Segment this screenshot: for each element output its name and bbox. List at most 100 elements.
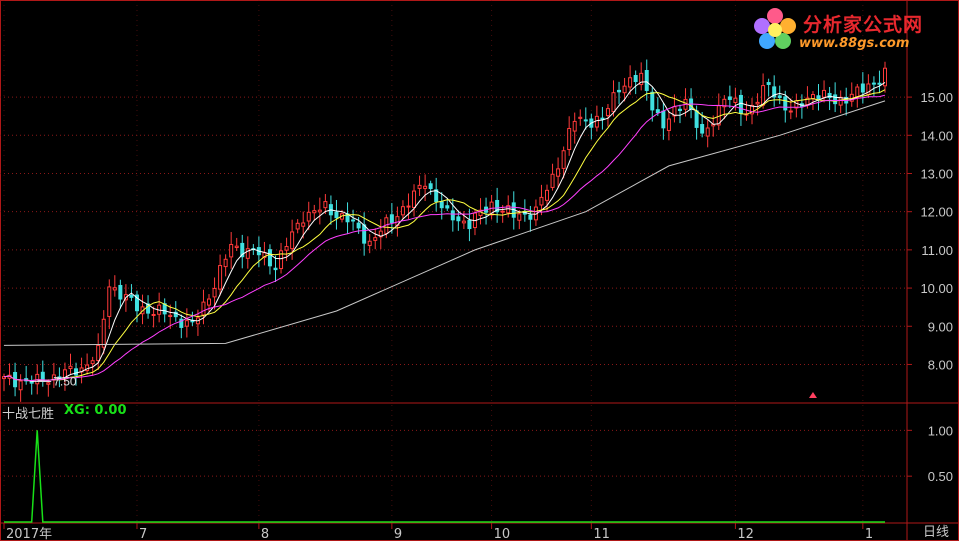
candle-body (68, 365, 73, 370)
candle-body (783, 96, 788, 111)
candle-body (550, 173, 555, 188)
candle-body (755, 101, 760, 105)
site-logo: 分析家公式网 www.88gs.com (751, 6, 951, 56)
candle-body (617, 89, 622, 93)
candle-body (738, 94, 743, 114)
chart-frame (0, 0, 959, 541)
x-tick-label: 11 (593, 527, 610, 541)
candle-body (677, 108, 682, 112)
candle-body (517, 213, 522, 221)
ma10-line (3, 89, 886, 382)
period-label[interactable]: 日线 (923, 521, 949, 540)
candle-body (273, 267, 278, 271)
candle-body (306, 211, 311, 222)
candle-body (234, 245, 239, 249)
candle-body (96, 344, 101, 361)
candle-body (201, 301, 206, 316)
candle-body (556, 168, 561, 177)
candle-body (367, 240, 372, 246)
candle-body (766, 82, 771, 85)
candle-body (245, 248, 250, 259)
signal-marker-icon (808, 392, 817, 398)
candle-body (545, 189, 550, 201)
y-tick-label: 11.00 (921, 243, 953, 258)
candle-body (129, 295, 134, 298)
candle-body (822, 89, 827, 98)
candle-body (412, 190, 417, 208)
ma5-line (3, 81, 886, 382)
candle-body (373, 237, 378, 241)
candle-body (860, 83, 865, 93)
candle-body (650, 91, 655, 111)
candle-body (301, 222, 306, 227)
candle-body (572, 120, 577, 132)
candle-body (583, 119, 588, 122)
candle-body (539, 196, 544, 206)
logo-title: 分析家公式网 (803, 14, 924, 36)
candle-body (456, 216, 461, 222)
indicator-name: 十战七胜 (2, 407, 55, 422)
candle-body (661, 110, 666, 129)
indicator-value: XG: 0.00 (64, 403, 127, 418)
candle-body (605, 108, 610, 117)
candle-body (90, 360, 95, 365)
candle-body (567, 128, 572, 151)
candle-body (312, 210, 317, 214)
low-price-label: 7.50 (53, 374, 77, 388)
candle-body (611, 92, 616, 113)
candle-body (168, 314, 173, 318)
candle-body (417, 184, 422, 189)
candle-body (151, 313, 156, 316)
candle-body (827, 92, 832, 99)
candle-body (877, 82, 882, 85)
candle-body (467, 219, 472, 230)
candle-body (356, 222, 361, 229)
candle-body (788, 110, 793, 113)
candle-body (561, 150, 566, 169)
candle-body (655, 109, 660, 114)
candle-body (428, 183, 433, 190)
y-tick-label: 13.00 (920, 166, 953, 181)
candle-body (810, 94, 815, 100)
candle-body (212, 287, 217, 298)
candle-body (450, 210, 455, 221)
candle-body (101, 318, 106, 348)
candle-body (107, 286, 112, 317)
candle-body (600, 117, 605, 120)
candle-body (362, 224, 367, 244)
candle-body (705, 127, 710, 137)
x-tick-label: 2017年 (6, 527, 52, 541)
candle-body (761, 85, 766, 106)
stock-chart: 8.009.0010.0011.0012.0013.0014.0015.000.… (0, 0, 959, 541)
candle-body (445, 205, 450, 209)
y-tick-label: 9.00 (928, 319, 953, 334)
candle-body (218, 265, 223, 290)
sub-y-tick-label: 0.50 (928, 469, 953, 484)
candle-body (400, 206, 405, 216)
candle-body (871, 82, 876, 85)
candle-body (29, 381, 34, 384)
candle-body (290, 231, 295, 250)
candle-body (833, 94, 838, 105)
candle-body (351, 219, 356, 222)
candle-body (777, 95, 782, 98)
sub-y-tick-label: 1.00 (928, 423, 953, 438)
candle-body (578, 116, 583, 119)
candle-body (46, 382, 51, 385)
y-tick-label: 14.00 (920, 128, 953, 143)
candle-body (284, 246, 289, 251)
candle-body (733, 97, 738, 103)
candle-body (694, 110, 699, 128)
candle-body (207, 298, 212, 306)
candle-body (295, 222, 300, 230)
candle-body (838, 96, 843, 106)
candle-body (112, 287, 117, 291)
candle-body (644, 70, 649, 91)
candle-body (223, 258, 228, 268)
y-tick-label: 12.00 (920, 205, 953, 220)
candle-body (323, 201, 328, 209)
candle-body (855, 86, 860, 98)
candle-body (461, 220, 466, 224)
candle-body (267, 249, 272, 267)
candle-body (666, 118, 671, 131)
